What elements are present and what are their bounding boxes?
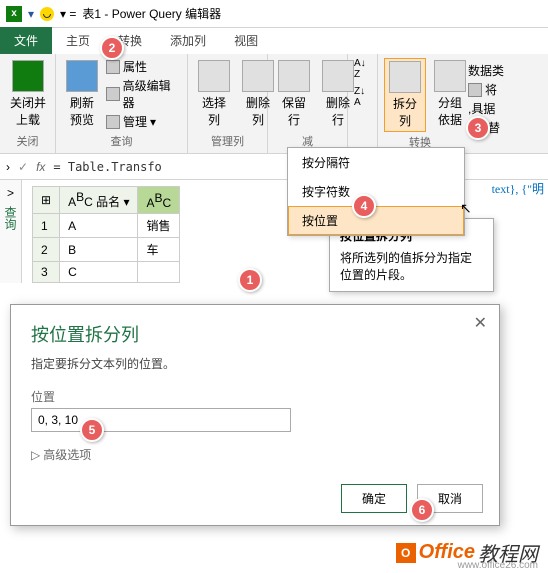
tab-file[interactable]: 文件 xyxy=(0,27,52,54)
group-manage-cols: 管理列 xyxy=(194,131,261,149)
chevron-right-icon: ▷ xyxy=(31,448,40,462)
use-button[interactable]: ,具据 xyxy=(468,100,504,117)
data-table[interactable]: ⊞ ABC 品名 ▾ ABC 1A销售 2B车 3C xyxy=(32,186,180,283)
split-by-position[interactable]: 按位置 xyxy=(288,206,464,235)
close-load-icon xyxy=(12,60,44,92)
window-title: 表1 - Power Query 编辑器 xyxy=(82,5,221,22)
properties-button[interactable]: 属性 xyxy=(106,58,181,75)
dialog-title: 按位置拆分列 xyxy=(31,321,479,347)
datatype-label: 数据类 xyxy=(468,62,504,79)
first-row-header-button[interactable]: 将 xyxy=(468,81,504,98)
badge-1: 1 xyxy=(238,268,262,292)
table-row: 3C xyxy=(33,262,180,283)
formula-bar: › ✓ fx = Table.Transfo xyxy=(0,154,548,180)
expand-icon[interactable]: › xyxy=(6,160,10,174)
keep-rows-icon xyxy=(278,60,310,92)
badge-5: 5 xyxy=(80,418,104,442)
watermark-logo-icon: O xyxy=(396,543,416,563)
select-columns-button[interactable]: 选择 列 xyxy=(194,58,234,130)
refresh-button[interactable]: 刷新 预览 xyxy=(62,58,102,130)
split-by-chars[interactable]: 按字符数 xyxy=(288,177,464,206)
badge-4: 4 xyxy=(352,194,376,218)
position-label: 位置 xyxy=(31,388,479,405)
quicksave-icon[interactable]: ▾ xyxy=(28,7,34,21)
code-hint: text}, {"明 xyxy=(492,180,544,197)
badge-6: 6 xyxy=(410,498,434,522)
smiley-icon[interactable] xyxy=(40,7,54,21)
advanced-options-toggle[interactable]: ▷ 高级选项 xyxy=(31,446,479,463)
ok-button[interactable]: 确定 xyxy=(341,484,407,513)
table-row: 2B车 xyxy=(33,238,180,262)
tab-view[interactable]: 视图 xyxy=(220,27,272,54)
close-icon[interactable]: ✕ xyxy=(474,313,487,333)
watermark: O Office教程网 xyxy=(396,538,538,567)
split-dialog: ✕ 按位置拆分列 指定要拆分文本列的位置。 位置 ▷ 高级选项 确定 取消 xyxy=(10,304,500,526)
excel-icon: x xyxy=(6,6,22,22)
table-row: 1A销售 xyxy=(33,214,180,238)
formula-text[interactable]: = Table.Transfo xyxy=(53,160,161,174)
position-input[interactable] xyxy=(31,408,291,432)
col-header-2[interactable]: ABC xyxy=(138,187,180,214)
split-icon xyxy=(389,61,421,93)
qa-dropdown-icon[interactable]: ▾ = xyxy=(60,7,76,21)
cursor-icon: ↖ xyxy=(460,200,472,217)
group-query: 查询 xyxy=(62,131,181,149)
group-close: 关闭 xyxy=(6,131,49,149)
ribbon-tabs: 文件 主页 转换 添加列 视图 xyxy=(0,28,548,54)
badge-2: 2 xyxy=(100,36,124,60)
tab-addcolumn[interactable]: 添加列 xyxy=(156,27,220,54)
select-col-icon xyxy=(198,60,230,92)
ribbon: 关闭并 上载 关闭 刷新 预览 属性 高级编辑器 管理 ▾ 查询 选择 列 xyxy=(0,54,548,154)
check-icon[interactable]: ✓ xyxy=(18,160,28,174)
left-panel-tabs[interactable]: > 查询 xyxy=(0,180,22,283)
table-corner[interactable]: ⊞ xyxy=(33,187,60,214)
tab-home[interactable]: 主页 xyxy=(52,27,104,54)
split-column-button[interactable]: 拆分 列 xyxy=(384,58,426,132)
sort-desc-button[interactable]: Z↓A xyxy=(354,86,365,108)
refresh-icon xyxy=(66,60,98,92)
titlebar: x ▾ ▾ = 表1 - Power Query 编辑器 xyxy=(0,0,548,28)
badge-3: 3 xyxy=(466,116,490,140)
dialog-desc: 指定要拆分文本列的位置。 xyxy=(31,355,479,372)
fx-icon[interactable]: fx xyxy=(36,160,45,174)
split-by-delimiter[interactable]: 按分隔符 xyxy=(288,148,464,177)
tooltip-body: 将所选列的值拆分为指定位置的片段。 xyxy=(340,249,483,283)
advanced-editor-button[interactable]: 高级编辑器 xyxy=(106,77,181,111)
keep-rows-button[interactable]: 保留 行 xyxy=(274,58,314,130)
col-header-1[interactable]: ABC 品名 ▾ xyxy=(60,187,138,214)
split-dropdown-menu: 按分隔符 按字符数 按位置 xyxy=(287,147,465,236)
manage-button[interactable]: 管理 ▾ xyxy=(106,113,181,130)
sort-asc-button[interactable]: A↓Z xyxy=(354,58,366,80)
close-load-button[interactable]: 关闭并 上载 xyxy=(6,58,50,130)
